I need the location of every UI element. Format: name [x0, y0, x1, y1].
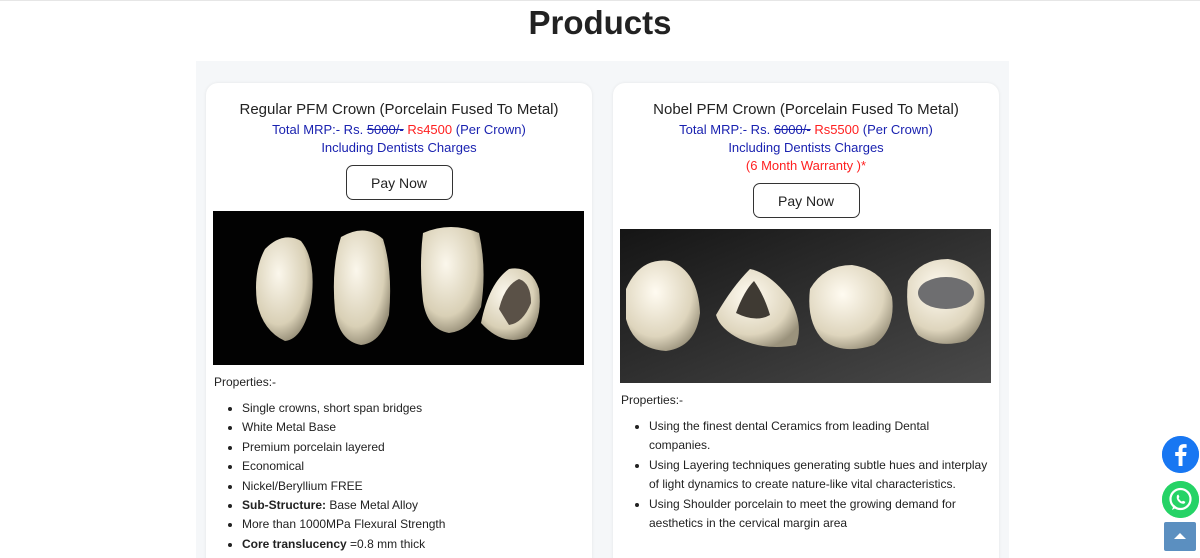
product-card-nobel-pfm: Nobel PFM Crown (Porcelain Fused To Meta…	[613, 83, 999, 558]
list-item: Core translucency =0.8 mm thick	[242, 535, 592, 554]
product-image	[213, 211, 584, 365]
pay-now-button[interactable]: Pay Now	[752, 183, 860, 218]
list-item: Using Layering techniques generating sub…	[649, 456, 999, 495]
product-card-regular-pfm: Regular PFM Crown (Porcelain Fused To Me…	[206, 83, 592, 558]
price-new: Rs5500	[814, 122, 860, 137]
page-title: Products	[528, 4, 672, 41]
product-title: Nobel PFM Crown (Porcelain Fused To Meta…	[653, 101, 959, 118]
whatsapp-icon	[1162, 481, 1199, 518]
properties-list: Using the finest dental Ceramics from le…	[649, 417, 999, 533]
list-item: Single crowns, short span bridges	[242, 399, 592, 418]
properties-list: Single crowns, short span bridges White …	[242, 399, 592, 554]
facebook-button[interactable]	[1162, 436, 1199, 473]
price-prefix: Total MRP:- Rs.	[679, 122, 771, 137]
price-line: Total MRP:- Rs. 6000/- Rs5500 (Per Crown…	[613, 122, 999, 137]
properties-label: Properties:-	[214, 375, 277, 389]
chevron-up-icon	[1174, 533, 1186, 539]
scroll-to-top-button[interactable]	[1164, 522, 1196, 551]
warranty-note: (6 Month Warranty )*	[745, 158, 867, 173]
price-new: Rs4500	[407, 122, 453, 137]
list-item: Economical	[242, 457, 592, 476]
price-suffix: (Per Crown)	[862, 122, 933, 137]
whatsapp-button[interactable]	[1162, 481, 1199, 518]
list-item: White Metal Base	[242, 418, 592, 437]
price-old: 6000/-	[773, 122, 811, 137]
properties-label: Properties:-	[621, 393, 684, 407]
top-divider	[0, 0, 1200, 1]
price-prefix: Total MRP:- Rs.	[272, 122, 364, 137]
list-item: Nickel/Beryllium FREE	[242, 477, 592, 496]
product-title: Regular PFM Crown (Porcelain Fused To Me…	[239, 101, 559, 118]
product-image	[620, 229, 991, 383]
facebook-icon	[1162, 436, 1199, 473]
list-item: More than 1000MPa Flexural Strength	[242, 515, 592, 534]
list-item: Using the finest dental Ceramics from le…	[649, 417, 999, 456]
charges-note: Including Dentists Charges	[728, 140, 884, 155]
price-line: Total MRP:- Rs. 5000/- Rs4500 (Per Crown…	[206, 122, 592, 137]
price-suffix: (Per Crown)	[455, 122, 526, 137]
pay-now-button[interactable]: Pay Now	[345, 165, 453, 200]
price-old: 5000/-	[366, 122, 404, 137]
list-item: Premium porcelain layered	[242, 438, 592, 457]
charges-note: Including Dentists Charges	[321, 140, 477, 155]
list-item: Sub-Structure: Base Metal Alloy	[242, 496, 592, 515]
list-item: Using Shoulder porcelain to meet the gro…	[649, 495, 999, 534]
